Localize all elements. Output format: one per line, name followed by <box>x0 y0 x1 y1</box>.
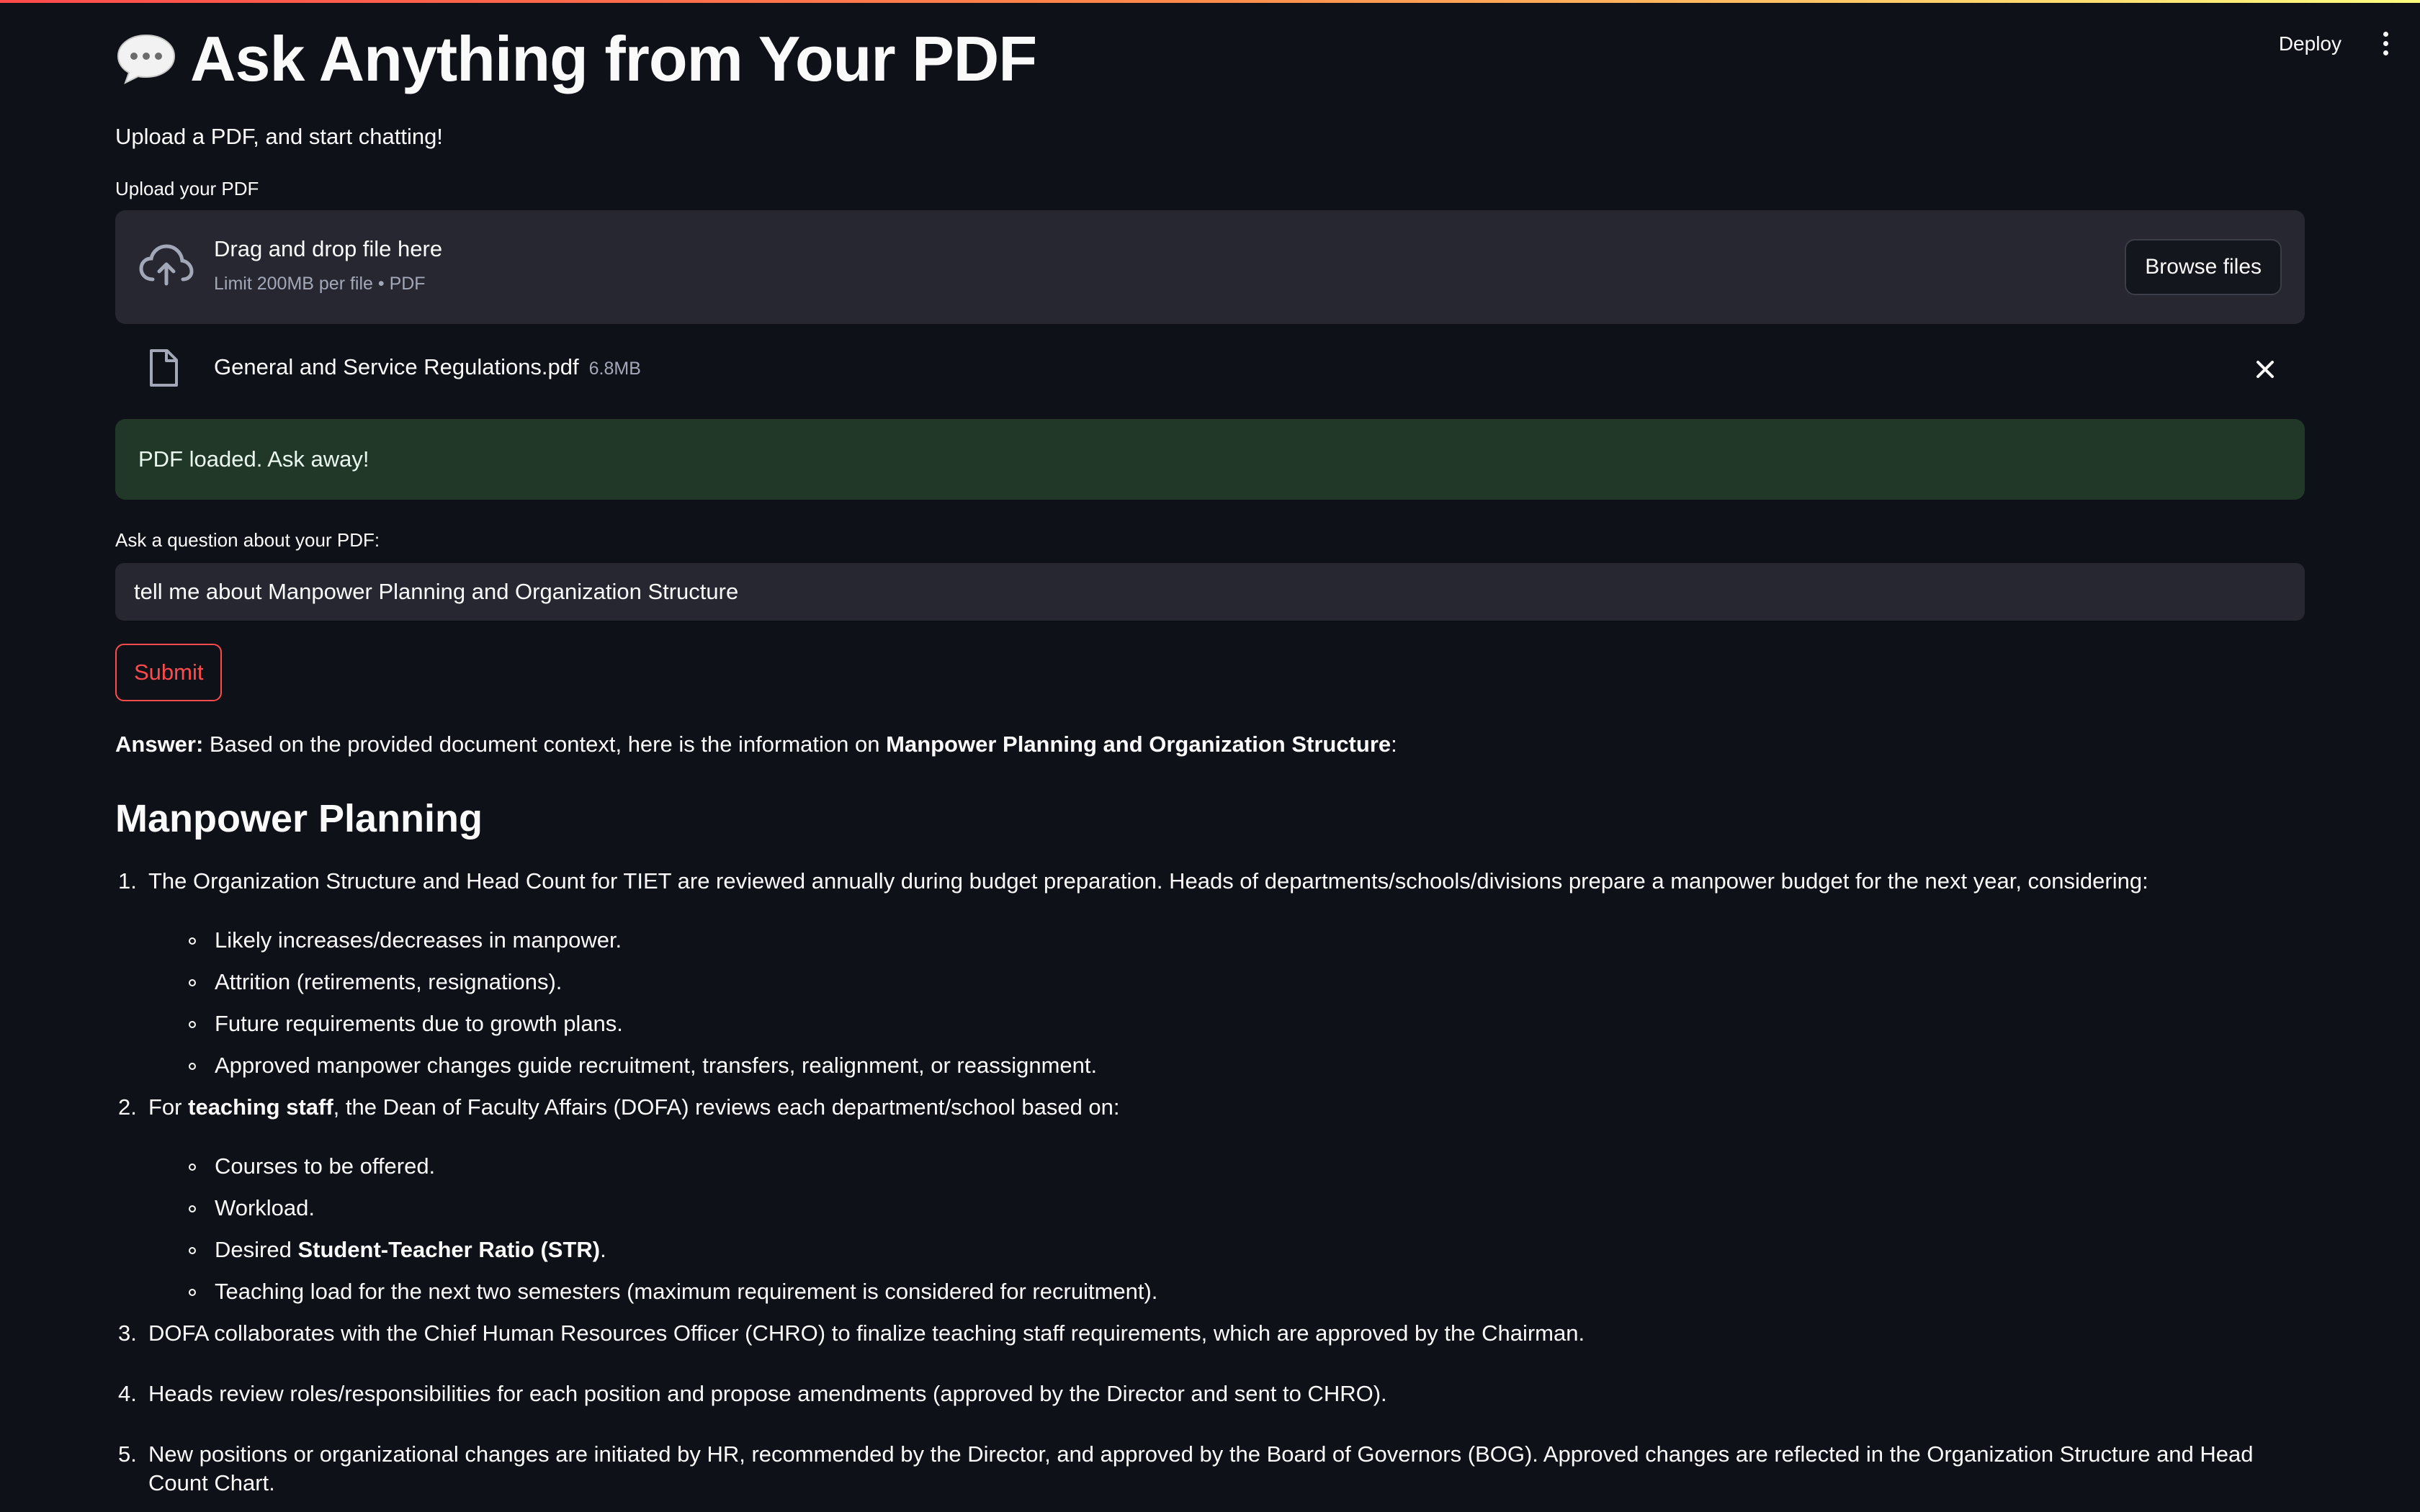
list-item: 4. Heads review roles/responsibilities f… <box>115 1380 2305 1408</box>
upload-cloud-icon <box>139 244 194 286</box>
submit-button[interactable]: Submit <box>115 644 223 701</box>
sub-list-item-text: Teaching load for the next two semesters… <box>215 1279 1158 1304</box>
file-icon <box>150 349 178 387</box>
dropzone-text: Drag and drop file here Limit 200MB per … <box>214 236 442 294</box>
list-item-text: Heads review roles/responsibilities for … <box>148 1381 1387 1406</box>
bullet-icon <box>189 1205 196 1212</box>
sub-list-item-text: Courses to be offered. <box>215 1153 436 1179</box>
list-item: 5. New positions or organizational chang… <box>115 1440 2305 1498</box>
sub-list-item: Workload. <box>148 1194 2305 1223</box>
uploaded-file-row: General and Service Regulations.pdf 6.8MB <box>115 341 2305 399</box>
str-after: . <box>600 1237 606 1262</box>
speech-bubble-icon <box>117 34 176 85</box>
sub-list-item-text: Attrition (retirements, resignations). <box>215 969 563 994</box>
answer-list: 1. The Organization Structure and Head C… <box>115 867 2305 1498</box>
sub-list-item-text: Approved manpower changes guide recruitm… <box>215 1053 1098 1078</box>
bullet-icon <box>189 979 196 986</box>
page-title: Ask Anything from Your PDF <box>190 23 1037 94</box>
page-subtitle: Upload a PDF, and start chatting! <box>115 124 443 149</box>
success-alert: PDF loaded. Ask away! <box>115 419 2305 500</box>
question-label: Ask a question about your PDF: <box>115 529 380 551</box>
uploaded-file-name: General and Service Regulations.pdf 6.8MB <box>214 354 641 380</box>
bullet-icon <box>189 1164 196 1171</box>
list-item-bold: teaching staff <box>188 1094 333 1120</box>
bullet-icon <box>189 1021 196 1028</box>
list-item: 2. For teaching staff, the Dean of Facul… <box>115 1093 2305 1306</box>
bullet-icon <box>189 1063 196 1070</box>
sub-list-item-text: Future requirements due to growth plans. <box>215 1011 623 1036</box>
sub-list-item: Attrition (retirements, resignations). <box>148 968 2305 996</box>
section-heading: Manpower Planning <box>115 797 483 840</box>
sub-list-item-text: Desired <box>215 1237 298 1262</box>
title-row: Ask Anything from Your PDF <box>115 22 2305 96</box>
list-item-text: New positions or organizational changes … <box>148 1441 2254 1495</box>
list-item: 1. The Organization Structure and Head C… <box>115 867 2305 1080</box>
dropzone-limit: Limit 200MB per file • PDF <box>214 274 426 294</box>
list-item-number: 3. <box>118 1320 137 1346</box>
sub-list-item-text: Likely increases/decreases in manpower. <box>215 927 622 953</box>
answer-topic: Manpower Planning and Organization Struc… <box>886 732 1392 757</box>
sub-list-item: Courses to be offered. <box>148 1152 2305 1181</box>
list-item-text-after: , the Dean of Faculty Affairs (DOFA) rev… <box>333 1094 1120 1120</box>
file-dropzone[interactable]: Drag and drop file here Limit 200MB per … <box>115 210 2305 324</box>
bullet-icon <box>189 1247 196 1254</box>
answer-prefix: Answer: <box>115 732 204 757</box>
sub-list-item: Teaching load for the next two semesters… <box>148 1277 2305 1306</box>
answer-suffix: : <box>1391 732 1397 757</box>
kebab-icon[interactable] <box>2379 27 2393 60</box>
sub-list: Courses to be offered. Workload. Desired… <box>148 1152 2305 1306</box>
bullet-icon <box>189 1289 196 1296</box>
list-item-text: The Organization Structure and Head Coun… <box>148 868 2148 894</box>
file-size: 6.8MB <box>588 359 641 379</box>
main-content: Ask Anything from Your PDF Upload a PDF,… <box>115 0 2305 1498</box>
list-item: 3. DOFA collaborates with the Chief Huma… <box>115 1319 2305 1348</box>
question-input[interactable] <box>115 563 2305 621</box>
sub-list: Likely increases/decreases in manpower. … <box>148 926 2305 1080</box>
list-item-number: 1. <box>118 868 137 894</box>
dropzone-title: Drag and drop file here <box>214 236 443 261</box>
bullet-icon <box>189 937 196 945</box>
close-icon[interactable] <box>2250 354 2280 384</box>
answer-intro-text: Based on the provided document context, … <box>203 732 887 757</box>
list-item-text: DOFA collaborates with the Chief Human R… <box>148 1320 1585 1346</box>
file-name-text: General and Service Regulations.pdf <box>214 354 579 379</box>
list-item-number: 2. <box>118 1094 137 1120</box>
sub-list-item: Likely increases/decreases in manpower. <box>148 926 2305 955</box>
sub-list-item: Desired Student-Teacher Ratio (STR). <box>148 1236 2305 1264</box>
uploader-label: Upload your PDF <box>115 178 259 199</box>
answer-intro: Answer: Based on the provided document c… <box>115 732 2305 760</box>
sub-list-item: Approved manpower changes guide recruitm… <box>148 1051 2305 1080</box>
list-item-number: 5. <box>118 1441 137 1467</box>
list-item-text-before: For <box>148 1094 189 1120</box>
sub-list-item: Future requirements due to growth plans. <box>148 1009 2305 1038</box>
list-item-number: 4. <box>118 1381 137 1406</box>
sub-list-item-text: Workload. <box>215 1195 315 1220</box>
str-bold: Student-Teacher Ratio (STR) <box>297 1237 601 1262</box>
browse-files-button[interactable]: Browse files <box>2125 239 2282 295</box>
